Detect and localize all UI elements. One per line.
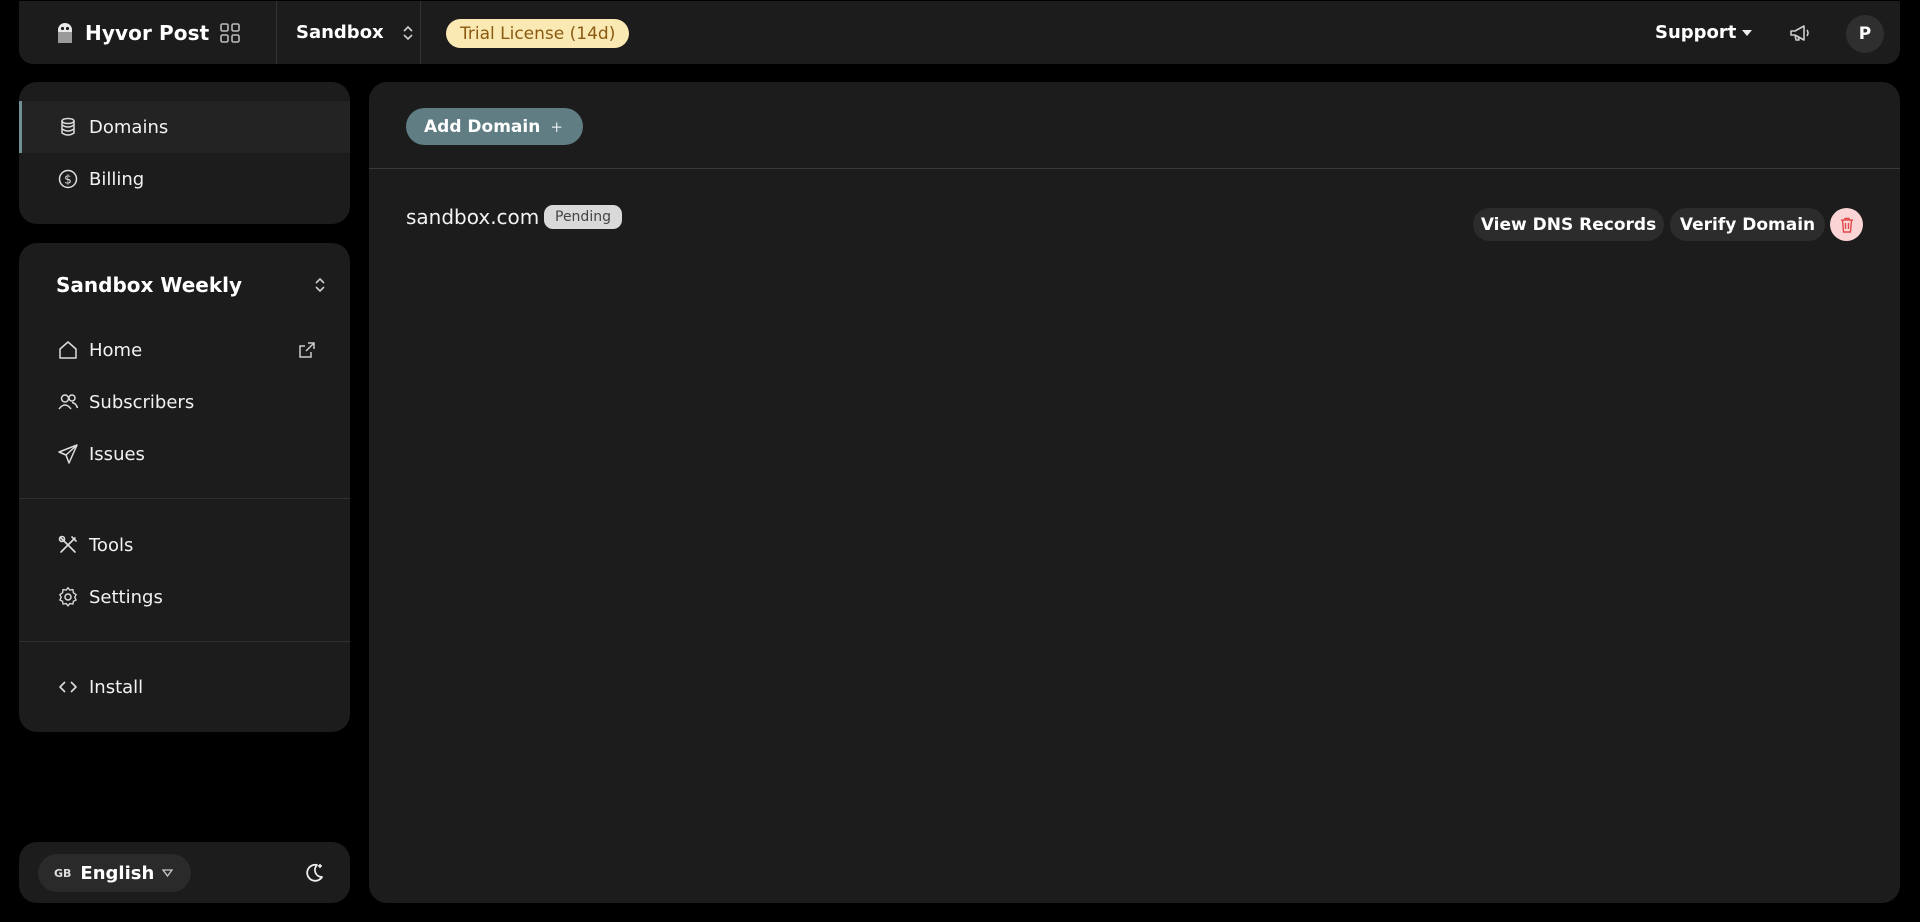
status-badge: Pending xyxy=(544,205,622,229)
send-icon xyxy=(58,444,78,464)
language-selector[interactable]: GB English xyxy=(38,854,192,892)
sidebar-divider xyxy=(19,498,350,499)
hyvor-logo-icon xyxy=(58,22,72,43)
svg-text:$: $ xyxy=(64,173,72,187)
domain-row: sandbox.com Pending View DNS Records Ver… xyxy=(406,200,1863,248)
people-icon xyxy=(58,394,79,410)
main-toolbar: Add Domain + xyxy=(369,82,1900,169)
sidebar-item-label: Subscribers xyxy=(89,391,195,413)
project-switcher[interactable]: Sandbox xyxy=(296,1,414,64)
sidebar-footer: GB English xyxy=(19,842,350,903)
sidebar-item-label: Install xyxy=(89,676,144,698)
sidebar-item-billing[interactable]: $ Billing xyxy=(19,153,350,205)
database-icon xyxy=(61,117,75,136)
domain-name: sandbox.com xyxy=(406,205,540,229)
header-divider xyxy=(420,1,421,64)
main-content: Add Domain + sandbox.com Pending View DN… xyxy=(369,82,1900,903)
language-label: English xyxy=(80,862,155,884)
sidebar-item-label: Issues xyxy=(89,443,145,465)
user-avatar[interactable]: P xyxy=(1846,15,1884,53)
verify-domain-button[interactable]: Verify Domain xyxy=(1670,208,1825,241)
support-menu[interactable]: Support xyxy=(1655,1,1753,64)
newsletter-switcher[interactable]: Sandbox Weekly xyxy=(56,269,326,301)
add-domain-label: Add Domain xyxy=(424,116,541,137)
header-divider xyxy=(276,1,277,64)
sidebar-item-label: Tools xyxy=(89,534,134,556)
console-nav-card: Domains $ Billing xyxy=(19,82,350,224)
sidebar-item-issues[interactable]: Issues xyxy=(19,428,350,480)
code-icon xyxy=(59,681,77,693)
sidebar-item-domains[interactable]: Domains xyxy=(19,101,350,153)
add-domain-button[interactable]: Add Domain + xyxy=(406,108,583,145)
support-label: Support xyxy=(1655,22,1737,43)
sidebar-item-tools[interactable]: Tools xyxy=(19,519,350,571)
apps-grid-icon[interactable] xyxy=(219,22,241,44)
caret-down-icon xyxy=(162,869,174,877)
trial-license-badge[interactable]: Trial License (14d) xyxy=(446,19,630,48)
sidebar-item-home[interactable]: Home xyxy=(19,324,350,376)
plus-icon: + xyxy=(550,117,563,136)
sidebar-item-label: Billing xyxy=(89,168,145,190)
brand[interactable]: Hyvor Post xyxy=(57,1,209,64)
sidebar-item-label: Domains xyxy=(89,116,169,138)
chevron-up-down-icon xyxy=(315,277,325,293)
project-name: Sandbox xyxy=(296,22,384,43)
sidebar-item-label: Home xyxy=(89,339,143,361)
external-link-icon[interactable] xyxy=(297,340,317,360)
moon-icon[interactable] xyxy=(302,861,326,885)
tools-icon xyxy=(58,535,77,553)
flag-icon: GB xyxy=(54,866,72,880)
newsletter-nav-card: Sandbox Weekly Home Subscribers Issues T… xyxy=(19,243,350,732)
sidebar-item-subscribers[interactable]: Subscribers xyxy=(19,376,350,428)
view-dns-records-button[interactable]: View DNS Records xyxy=(1473,208,1664,241)
delete-domain-button[interactable] xyxy=(1830,208,1863,241)
gear-icon xyxy=(58,586,77,607)
sidebar-item-install[interactable]: Install xyxy=(19,661,350,713)
home-icon xyxy=(59,341,77,359)
app-name: Hyvor Post xyxy=(85,20,210,45)
chevron-up-down-icon xyxy=(403,25,413,40)
sidebar-item-label: Settings xyxy=(89,586,163,608)
trash-icon xyxy=(1840,217,1853,233)
top-header: Hyvor Post Sandbox Trial License (14d) S… xyxy=(19,1,1900,64)
sidebar-divider xyxy=(19,641,350,642)
dollar-circle-icon: $ xyxy=(58,169,78,189)
caret-down-icon xyxy=(1742,29,1753,36)
sidebar-item-settings[interactable]: Settings xyxy=(19,571,350,623)
megaphone-icon[interactable] xyxy=(1788,21,1812,45)
newsletter-name: Sandbox Weekly xyxy=(56,273,243,297)
